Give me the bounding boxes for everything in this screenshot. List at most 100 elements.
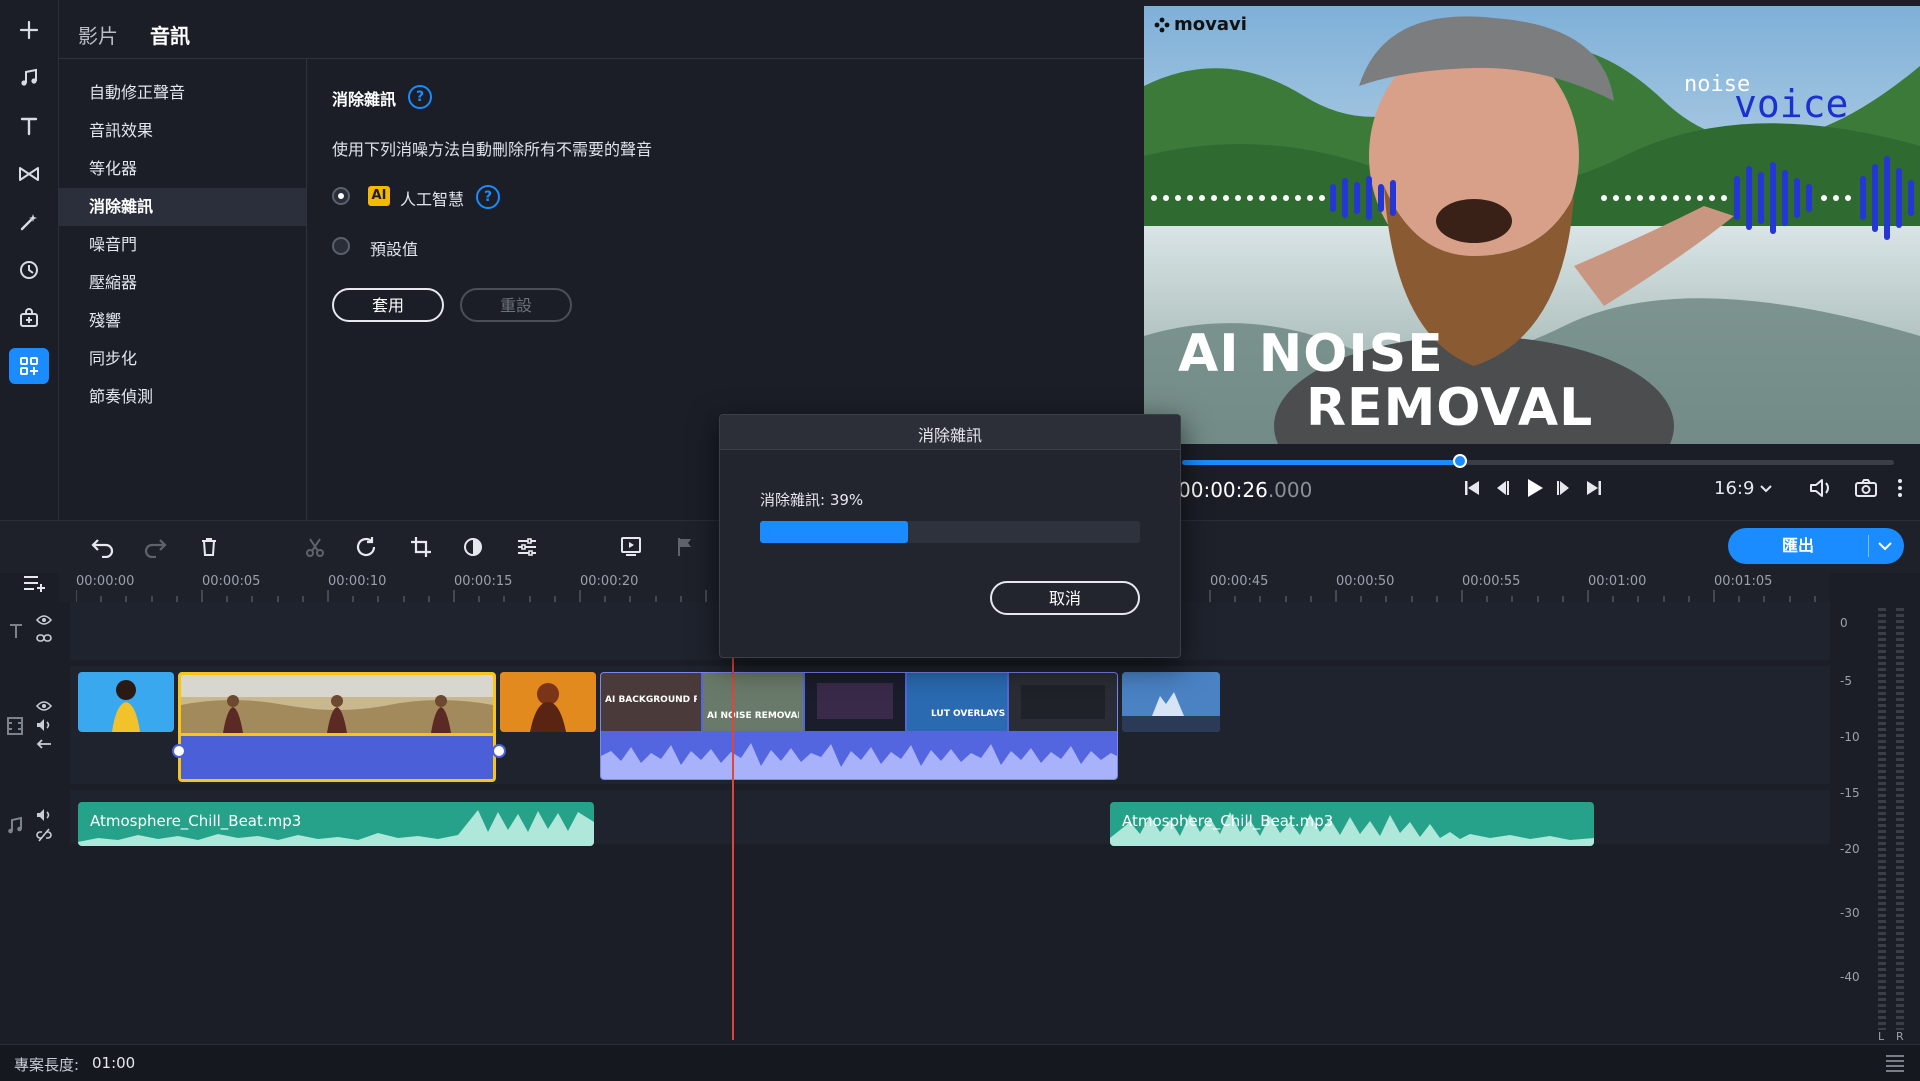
radio-preset[interactable] [332,237,350,255]
meter-scale-label: -15 [1840,786,1860,800]
settings-title: 消除雜訊 [332,90,397,109]
timecode-ms: .000 [1267,478,1313,502]
ruler-label: 00:00:45 [1210,574,1269,589]
color-adjust-button[interactable] [458,533,488,561]
transitions-button[interactable] [9,156,49,192]
audio-clip[interactable]: Atmosphere_Chill_Beat.mp3 [1110,802,1594,846]
speaker-icon [1810,479,1829,497]
aspect-ratio-select[interactable]: 16:9 [1714,478,1773,499]
play-button[interactable] [1522,476,1546,500]
bag-plus-icon [20,308,38,327]
seek-track[interactable] [1182,460,1894,465]
thumb-caption: AI BACKGROUND REMOVAL [605,695,697,705]
tab-audio[interactable]: 音訊 [150,20,190,49]
overlay-icon [621,537,641,556]
option-preset-label[interactable]: 預設值 [370,236,418,260]
export-options-button[interactable] [1878,542,1892,551]
brand-name: movavi [1174,14,1247,35]
next-frame-button[interactable] [1554,478,1574,498]
ai-help-icon[interactable]: ? [476,185,500,209]
title-track-visibility-toggle[interactable] [36,614,52,626]
option-ai-label[interactable]: 人工智慧 [400,186,464,210]
reset-button[interactable]: 重設 [460,288,572,322]
meter-bar-left [1878,608,1886,1030]
video-clip[interactable] [78,672,174,732]
skip-start-button[interactable] [1462,478,1482,498]
export-button[interactable]: 匯出 [1728,528,1904,564]
skip-end-button[interactable] [1584,478,1604,498]
ruler-label: 00:01:00 [1588,574,1647,589]
video-clip-selected[interactable] [178,672,496,782]
ruler-label: 00:01:05 [1714,574,1773,589]
crop-button[interactable] [406,533,436,561]
marker-button[interactable] [670,533,700,561]
timecode-main: 00:00:26 [1178,478,1268,502]
help-icon[interactable]: ? [408,85,432,109]
cat-compressor[interactable]: 壓縮器 [58,264,306,302]
video-track-visibility-toggle[interactable] [36,700,52,712]
fade-out-handle[interactable] [492,744,506,758]
cat-auto-fix-sound[interactable]: 自動修正聲音 [58,74,306,112]
video-clip[interactable] [1122,672,1220,732]
split-button[interactable] [300,533,330,561]
delete-button[interactable] [194,533,224,561]
video-clip[interactable] [500,672,596,732]
playhead[interactable] [732,602,734,1040]
tab-video[interactable]: 影片 [78,20,118,49]
prev-frame-button[interactable] [1492,478,1512,498]
cat-equalizer[interactable]: 等化器 [58,150,306,188]
scissors-icon [306,538,324,557]
apply-button[interactable]: 套用 [332,288,444,322]
video-track-collapse-toggle[interactable] [36,738,52,750]
volume-button[interactable] [1808,477,1834,499]
fade-in-handle[interactable] [172,744,186,758]
cancel-button[interactable]: 取消 [990,581,1140,615]
cat-audio-effects[interactable]: 音訊效果 [58,112,306,150]
clock-icon [20,261,38,279]
title-track-link-toggle[interactable] [36,632,52,644]
seek-handle[interactable] [1453,454,1467,468]
cat-noise-gate[interactable]: 噪音門 [58,226,306,264]
titles-button[interactable] [9,108,49,144]
overlay-button[interactable] [616,533,646,561]
export-divider [1868,535,1869,557]
crop-icon [411,537,431,557]
progress-text: 消除雜訊: 39% [760,491,864,509]
video-preview[interactable]: movavi noise voice AI NOISE REMOVAL [1144,6,1920,444]
rotate-button[interactable] [352,533,382,561]
timeline-tracks[interactable]: AI BACKGROUND REMOVAL AI NOISE REMOVAL L… [70,602,1830,1044]
noise-removal-progress-dialog: 消除雜訊 消除雜訊: 39% 取消 [719,414,1181,658]
store-button[interactable] [9,300,49,336]
clip-properties-button[interactable] [512,533,542,561]
dialog-header: 消除雜訊 [720,415,1180,450]
add-track-button[interactable] [22,572,48,594]
redo-button[interactable] [140,533,170,561]
cat-sync[interactable]: 同步化 [58,340,306,378]
cat-reverb[interactable]: 殘響 [58,302,306,340]
stickers-button[interactable] [9,252,49,288]
radio-ai[interactable] [332,187,350,205]
music-track-icon [6,816,24,836]
music-button[interactable] [9,60,49,96]
more-tools-button[interactable] [9,348,49,384]
panel-tabs: 影片 音訊 [58,0,1144,59]
text-icon [10,624,22,638]
audio-clip[interactable]: Atmosphere_Chill_Beat.mp3 [78,802,594,846]
more-options-button[interactable] [1896,478,1904,498]
effects-button[interactable] [9,204,49,240]
snapshot-button[interactable] [1854,477,1878,499]
magic-wand-icon [20,214,37,231]
audio-level-meter: 0 -5 -10 -15 -20 -30 -40 L R [1830,602,1920,1044]
music-track-mute-toggle[interactable] [36,808,52,822]
video-track-mute-toggle[interactable] [36,718,52,732]
progress-fill [760,521,908,543]
clip-audio-waveform [601,733,1117,779]
text-icon [20,117,38,136]
music-track-unlink-toggle[interactable] [36,828,52,842]
cat-beat-detection[interactable]: 節奏偵測 [58,378,306,416]
add-media-button[interactable] [9,12,49,48]
undo-button[interactable] [88,533,118,561]
video-clip-group[interactable]: AI BACKGROUND REMOVAL AI NOISE REMOVAL L… [600,672,1118,780]
zoom-options-button[interactable] [1884,1053,1906,1073]
cat-noise-removal[interactable]: 消除雜訊 [58,188,306,226]
